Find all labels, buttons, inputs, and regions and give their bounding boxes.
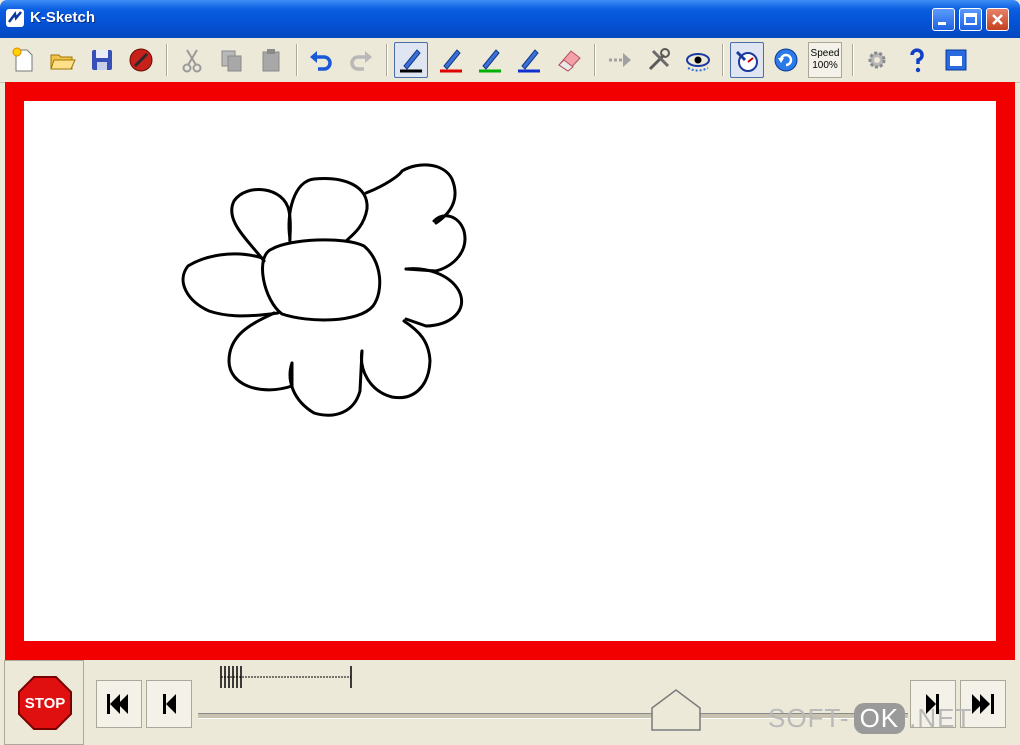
show-paths-icon bbox=[686, 53, 710, 72]
settings-icon bbox=[868, 51, 886, 69]
previous-frame-icon bbox=[163, 694, 176, 714]
green-pen-button[interactable] bbox=[473, 42, 507, 78]
timer-button[interactable] bbox=[730, 42, 764, 78]
black-pen-icon bbox=[400, 49, 422, 73]
minimize-icon bbox=[938, 22, 946, 25]
fullscreen-icon bbox=[945, 49, 967, 71]
speed-button[interactable]: Speed 100% bbox=[808, 42, 842, 78]
settings-button[interactable] bbox=[860, 42, 894, 78]
eraser-icon bbox=[558, 50, 581, 72]
new-button[interactable] bbox=[6, 42, 40, 78]
loop-button[interactable] bbox=[769, 42, 803, 78]
minimize-button[interactable] bbox=[932, 8, 955, 31]
watermark-part1: SOFT- bbox=[768, 703, 850, 733]
tools-button[interactable] bbox=[642, 42, 676, 78]
timeline-marks bbox=[220, 666, 352, 688]
copy-icon bbox=[221, 50, 242, 72]
watermark: SOFT- OK .NET bbox=[768, 703, 972, 734]
toolbar: Speed 100% bbox=[0, 38, 1020, 83]
first-frame-button[interactable] bbox=[96, 680, 142, 728]
redo-button[interactable] bbox=[344, 42, 378, 78]
toolbar-separator bbox=[852, 44, 854, 76]
blue-pen-icon bbox=[518, 49, 540, 73]
help-button[interactable] bbox=[900, 42, 934, 78]
black-pen-button[interactable] bbox=[394, 42, 428, 78]
title-bar[interactable]: K-Sketch bbox=[0, 0, 1020, 38]
no-entry-button[interactable] bbox=[124, 42, 158, 78]
stop-label: STOP bbox=[25, 695, 66, 712]
move-path-icon bbox=[609, 53, 631, 67]
help-icon bbox=[910, 48, 924, 73]
redo-icon bbox=[350, 51, 372, 71]
watermark-part2: OK bbox=[853, 703, 906, 734]
maximize-button[interactable] bbox=[959, 8, 982, 31]
slider-thumb[interactable] bbox=[650, 688, 702, 732]
eraser-button[interactable] bbox=[552, 42, 586, 78]
drawing-canvas[interactable] bbox=[24, 101, 996, 641]
speed-label: Speed bbox=[810, 48, 840, 59]
no-entry-icon bbox=[129, 48, 153, 72]
first-frame-icon bbox=[107, 694, 128, 714]
close-icon bbox=[992, 14, 1003, 25]
open-file-icon bbox=[50, 54, 76, 70]
paste-icon bbox=[262, 49, 280, 72]
app-icon bbox=[6, 9, 24, 27]
stop-cell: STOP bbox=[4, 660, 84, 745]
undo-button[interactable] bbox=[304, 42, 338, 78]
last-frame-icon bbox=[972, 694, 994, 714]
stop-button[interactable]: STOP bbox=[17, 675, 73, 731]
tools-icon bbox=[648, 48, 670, 71]
toolbar-separator bbox=[722, 44, 724, 76]
paste-button[interactable] bbox=[254, 42, 288, 78]
show-paths-button[interactable] bbox=[681, 42, 715, 78]
speed-value: 100% bbox=[812, 60, 838, 71]
cut-icon bbox=[182, 49, 202, 73]
save-button[interactable] bbox=[85, 42, 119, 78]
move-path-button[interactable] bbox=[602, 42, 636, 78]
copy-button[interactable] bbox=[214, 42, 248, 78]
toolbar-separator bbox=[594, 44, 596, 76]
save-icon bbox=[92, 50, 112, 70]
new-file-icon bbox=[12, 47, 33, 72]
fullscreen-button[interactable] bbox=[939, 42, 973, 78]
maximize-icon bbox=[964, 13, 977, 25]
watermark-part3: .NET bbox=[909, 703, 973, 733]
red-pen-button[interactable] bbox=[434, 42, 468, 78]
timer-icon bbox=[735, 50, 758, 72]
loop-icon bbox=[774, 48, 798, 72]
flower-sketch bbox=[181, 163, 467, 417]
speed-readout: Speed 100% bbox=[811, 48, 840, 72]
cut-button[interactable] bbox=[175, 42, 209, 78]
toolbar-separator bbox=[386, 44, 388, 76]
green-pen-icon bbox=[479, 49, 501, 73]
red-pen-icon bbox=[440, 49, 462, 73]
window-title: K-Sketch bbox=[30, 9, 96, 26]
previous-frame-button[interactable] bbox=[146, 680, 192, 728]
close-button[interactable] bbox=[986, 8, 1009, 31]
open-button[interactable] bbox=[45, 42, 79, 78]
canvas-frame bbox=[5, 82, 1015, 660]
undo-icon bbox=[310, 51, 332, 71]
blue-pen-button[interactable] bbox=[512, 42, 546, 78]
toolbar-separator bbox=[166, 44, 168, 76]
toolbar-separator bbox=[296, 44, 298, 76]
